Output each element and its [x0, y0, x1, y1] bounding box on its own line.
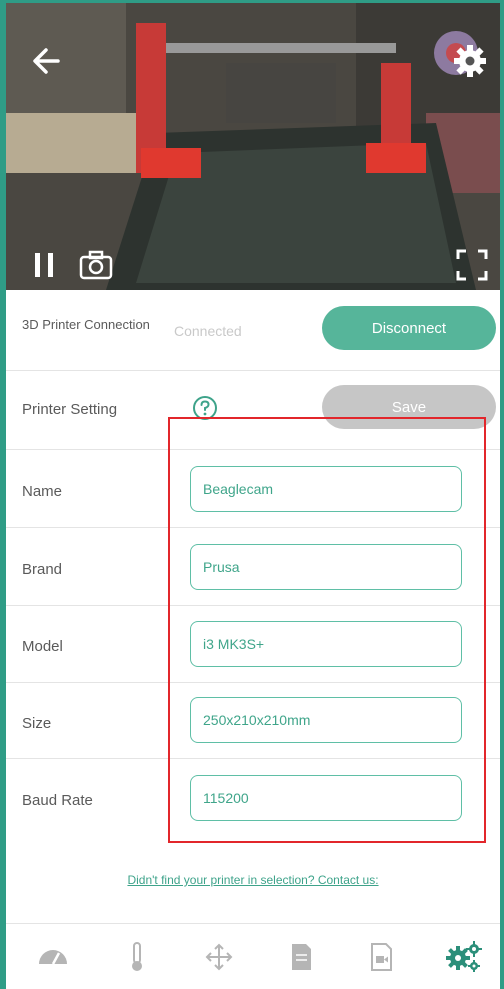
gear-icon	[454, 45, 486, 77]
settings-gears-icon	[446, 941, 482, 972]
field-label: Name	[22, 483, 63, 500]
tab-dashboard[interactable]	[36, 940, 70, 974]
camera-icon	[79, 250, 113, 280]
files-icon	[292, 944, 311, 970]
field-label: Model	[22, 638, 63, 655]
connection-row: 3D Printer Connection Connected Disconne…	[6, 290, 500, 371]
connection-status: Connected	[174, 323, 242, 339]
tab-settings[interactable]	[444, 940, 482, 974]
fullscreen-icon	[456, 249, 488, 281]
video-file-icon	[371, 943, 392, 971]
bottom-tab-bar	[6, 923, 500, 989]
dashboard-icon	[39, 950, 67, 965]
tab-files[interactable]	[284, 940, 318, 974]
app-frame: 3D Printer Connection Connected Disconne…	[0, 0, 504, 989]
field-label: Brand	[22, 561, 63, 578]
back-button[interactable]	[28, 43, 64, 79]
disconnect-button[interactable]: Disconnect	[322, 306, 496, 350]
tab-temperature[interactable]	[120, 940, 154, 974]
highlight-box	[168, 417, 486, 843]
field-label: Size	[22, 715, 52, 732]
pause-button[interactable]	[32, 251, 58, 279]
connection-label: 3D Printer Connection	[22, 317, 150, 332]
camera-settings-button[interactable]	[452, 43, 488, 79]
field-label: Baud Rate	[22, 792, 93, 809]
camera-feed	[6, 3, 500, 290]
pause-icon	[35, 253, 53, 277]
move-icon	[205, 943, 233, 971]
tab-video[interactable]	[364, 940, 398, 974]
printer-setting-label: Printer Setting	[22, 401, 118, 418]
fullscreen-button[interactable]	[454, 247, 490, 283]
arrow-left-icon	[33, 48, 60, 74]
contact-link[interactable]: Didn't find your printer in selection? C…	[6, 873, 500, 887]
camera-image	[6, 3, 500, 290]
thermometer-icon	[132, 942, 142, 971]
snapshot-button[interactable]	[78, 249, 114, 281]
tab-move[interactable]	[202, 940, 236, 974]
